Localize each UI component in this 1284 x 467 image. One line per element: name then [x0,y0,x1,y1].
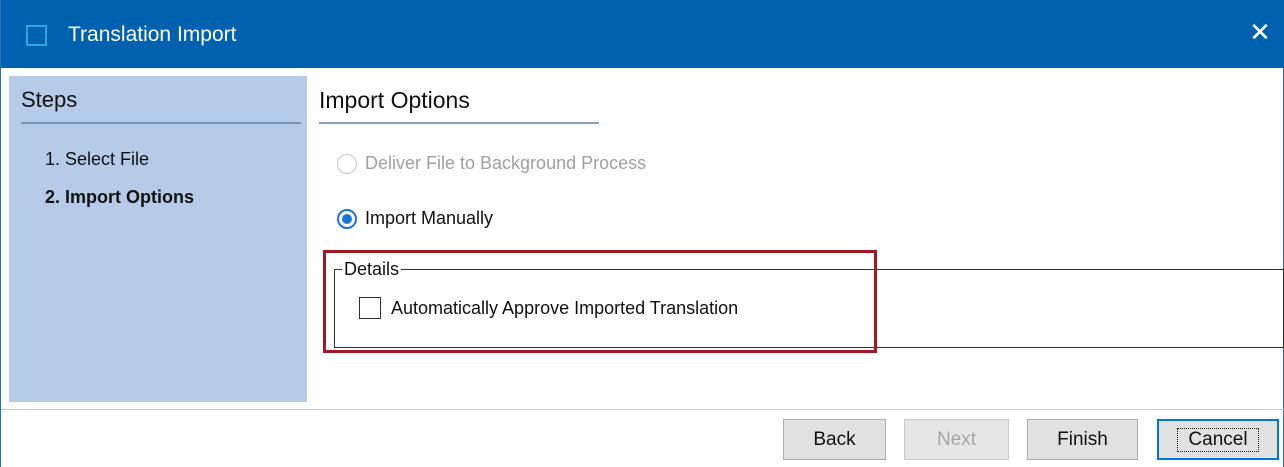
title-bar: Translation Import ✕ [1,0,1284,68]
close-icon[interactable]: ✕ [1245,18,1275,48]
details-group: Details Automatically Approve Imported T… [334,259,1284,348]
page-title-divider [319,122,599,124]
back-button[interactable]: Back [783,419,886,460]
auto-approve-checkbox[interactable] [359,297,381,319]
step-import-options: 2. Import Options [45,187,195,207]
details-legend: Details [342,259,402,279]
page-title: Import Options [319,87,470,113]
cancel-button-label: Cancel [1177,428,1259,452]
cancel-button[interactable]: Cancel [1157,419,1279,460]
translation-import-dialog: Translation Import ✕ Steps 1. Select Fil… [0,0,1284,467]
auto-approve-checkbox-row[interactable]: Automatically Approve Imported Translati… [359,297,738,319]
window-title: Translation Import [68,23,237,46]
radio-import-manually-label: Import Manually [365,208,494,228]
radio-deliver-background-label: Deliver File to Background Process [365,153,647,173]
finish-button[interactable]: Finish [1027,419,1138,460]
footer-divider [1,409,1284,410]
next-button[interactable]: Next [904,419,1009,460]
radio-unselected-icon[interactable] [337,153,357,174]
radio-import-manually[interactable]: Import Manually [337,208,493,229]
app-window-icon [26,25,47,46]
radio-selected-icon[interactable] [337,208,357,229]
step-select-file: 1. Select File [45,149,150,169]
steps-header: Steps [21,87,78,112]
auto-approve-label: Automatically Approve Imported Translati… [391,297,739,318]
radio-deliver-background[interactable]: Deliver File to Background Process [337,153,646,174]
steps-divider [21,122,301,124]
steps-panel: Steps 1. Select File 2. Import Options [9,76,307,402]
